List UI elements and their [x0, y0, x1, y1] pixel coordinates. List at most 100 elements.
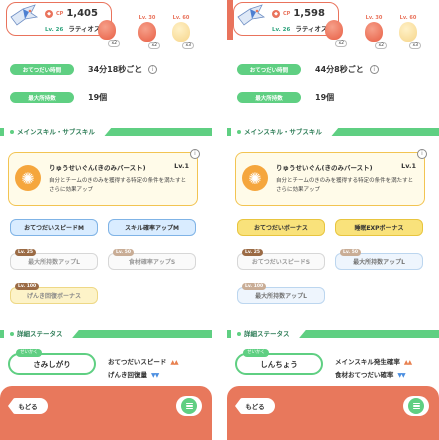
ingredient-slot-lv30[interactable]: Lv. 30 x2 — [363, 15, 387, 49]
ingredient-slot-lv60[interactable]: Lv. 60 x3 — [170, 15, 194, 49]
bullet-icon — [10, 130, 14, 134]
info-icon[interactable]: i — [190, 149, 200, 159]
pokemon-detail-panel-left: ◆ CP 1,405 Lv. 26 ラティオス x2 Lv. 30 x2 Lv.… — [0, 0, 212, 440]
menu-icon — [408, 398, 424, 414]
section-title: 詳細ステータス — [17, 330, 63, 338]
skills-section-header: メインスキル・サブスキル — [227, 126, 439, 138]
level-name-row: Lv. 26 ラティオス — [272, 23, 327, 33]
main-skill-description: 自分とチームのきのみを獲得する特定の条件を満たすとさらに効果アップ — [276, 178, 414, 193]
main-skill-card[interactable]: ✺ りゅうせいぐん(きのみバースト) Lv.1 自分とチームのきのみを獲得する特… — [235, 149, 427, 206]
main-skill-description: 自分とチームのきのみを獲得する特定の条件を満たすとさらに効果アップ — [49, 178, 187, 193]
info-icon[interactable]: i — [417, 149, 427, 159]
main-skill-card[interactable]: ✺ りゅうせいぐん(きのみバースト) Lv.1 自分とチームのきのみを獲得する特… — [8, 149, 200, 206]
ingredient-slot-lv30[interactable]: Lv. 30 x2 — [136, 15, 160, 49]
nature-tag: せいかく — [243, 349, 269, 357]
nature-value: しんちょう — [260, 359, 298, 369]
egg-ingredient-icon — [172, 22, 190, 42]
pokemon-header: ◆ CP 1,598 Lv. 26 ラティオス x2 Lv. 30 x2 Lv.… — [227, 0, 439, 52]
main-skill-level: Lv.1 — [401, 162, 416, 170]
max-carry-value: 19個 — [315, 93, 335, 102]
pokemon-level: Lv. 26 — [45, 27, 64, 33]
help-time-value: 34分18秒ごと — [88, 65, 143, 74]
ingredient-unlock-level: Lv. 30 — [365, 15, 383, 21]
sub-skill-4[interactable]: Lv. 50 最大所持数アップL — [335, 249, 423, 270]
main-skill-name: りゅうせいぐん(きのみバースト) — [276, 164, 373, 172]
menu-button[interactable] — [176, 396, 202, 416]
back-button[interactable]: もどる — [235, 398, 275, 414]
down-arrows-icon: ▼▼ — [397, 372, 405, 379]
max-carry-value: 19個 — [88, 93, 108, 102]
latios-sprite-icon — [237, 4, 266, 26]
sub-skill-1[interactable]: おてつだいスピードM — [10, 219, 98, 236]
berry-burst-icon: ✺ — [242, 165, 268, 191]
unlock-level-tag: Lv. 100 — [15, 283, 40, 290]
unlock-level-tag: Lv. 25 — [15, 249, 36, 256]
cp-label: CP — [56, 10, 64, 17]
bullet-icon — [237, 332, 241, 336]
cp-value: 1,405 — [66, 8, 98, 19]
berry-icon — [98, 20, 116, 40]
latios-sprite-icon — [10, 4, 39, 26]
ingredient-unlock-level: Lv. 60 — [399, 15, 417, 21]
help-time-row: おてつだい時間 44分8秒ごと i — [237, 63, 379, 76]
ingredient-icon — [365, 22, 383, 42]
down-arrows-icon: ▼▼ — [151, 372, 159, 379]
ingredient-slot-lv60[interactable]: Lv. 60 x3 — [397, 15, 421, 49]
ingredient-count: x3 — [182, 42, 194, 49]
nature-up-effect: おてつだいスピード ▲▲ — [108, 358, 179, 366]
unlock-level-tag: Lv. 100 — [242, 283, 267, 290]
nature-value: さみしがり — [33, 359, 71, 369]
section-title: 詳細ステータス — [244, 330, 290, 338]
sub-skill-3[interactable]: Lv. 25 最大所持数アップL — [10, 249, 98, 270]
sub-skill-2[interactable]: スキル確率アップM — [108, 219, 196, 236]
sub-skill-5[interactable]: Lv. 100 最大所持数アップL — [237, 283, 325, 304]
cp-value: 1,598 — [293, 8, 325, 19]
main-skill-name: りゅうせいぐん(きのみバースト) — [49, 164, 146, 172]
berry-count: x2 — [335, 40, 347, 47]
main-skill-level: Lv.1 — [174, 162, 189, 170]
bullet-icon — [10, 332, 14, 336]
unlock-level-tag: Lv. 50 — [113, 249, 134, 256]
berry-icon — [325, 20, 343, 40]
back-button[interactable]: もどる — [8, 398, 48, 414]
unlock-level-tag: Lv. 50 — [340, 249, 361, 256]
nature-tag: せいかく — [16, 349, 42, 357]
pokemon-header: ◆ CP 1,405 Lv. 26 ラティオス x2 Lv. 30 x2 Lv.… — [0, 0, 212, 52]
egg-ingredient-icon — [399, 22, 417, 42]
info-icon[interactable]: i — [148, 65, 158, 74]
sub-skill-4[interactable]: Lv. 50 食材確率アップS — [108, 249, 196, 270]
max-carry-label: 最大所持数 — [237, 92, 301, 103]
menu-button[interactable] — [403, 396, 429, 416]
max-carry-row: 最大所持数 19個 — [237, 91, 334, 104]
bottom-bar: もどる — [227, 386, 439, 440]
ingredient-count: x2 — [375, 42, 387, 49]
help-time-row: おてつだい時間 34分18秒ごと i — [10, 63, 158, 76]
section-title: メインスキル・サブスキル — [17, 128, 95, 136]
cp-label: CP — [283, 10, 291, 17]
help-time-label: おてつだい時間 — [237, 64, 301, 75]
sub-skill-3[interactable]: Lv. 25 おてつだいスピードS — [237, 249, 325, 270]
sub-skill-1[interactable]: おてつだいボーナス — [237, 219, 325, 236]
first-berry-slot: x2 — [96, 15, 120, 47]
berry-count: x2 — [108, 40, 120, 47]
ingredient-count: x2 — [148, 42, 160, 49]
sub-skill-5[interactable]: Lv. 100 げんき回復ボーナス — [10, 283, 98, 304]
detail-section-header: 詳細ステータス — [0, 328, 212, 340]
berry-burst-icon: ✺ — [15, 165, 41, 191]
info-icon[interactable]: i — [369, 65, 379, 74]
help-time-value: 44分8秒ごと — [315, 65, 364, 74]
skills-section-header: メインスキル・サブスキル — [0, 126, 212, 138]
bullet-icon — [237, 130, 241, 134]
ingredient-unlock-level: Lv. 30 — [138, 15, 156, 21]
menu-icon — [181, 398, 197, 414]
ingredient-icon — [138, 22, 156, 42]
first-berry-slot: x2 — [323, 15, 347, 47]
sub-skill-2[interactable]: 睡眠EXPボーナス — [335, 219, 423, 236]
cp-display: ◆ CP 1,405 — [45, 8, 98, 19]
detail-section-header: 詳細ステータス — [227, 328, 439, 340]
cp-icon: ◆ — [45, 9, 53, 18]
ingredient-count: x3 — [409, 42, 421, 49]
cp-display: ◆ CP 1,598 — [272, 8, 325, 19]
pokemon-detail-panel-right: ◆ CP 1,598 Lv. 26 ラティオス x2 Lv. 30 x2 Lv.… — [227, 0, 439, 440]
bottom-bar: もどる — [0, 386, 212, 440]
